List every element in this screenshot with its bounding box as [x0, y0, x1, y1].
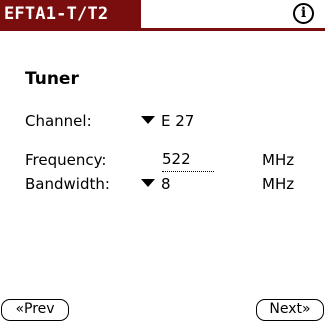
channel-label: Channel: [25, 112, 92, 130]
title-rule [0, 28, 325, 31]
bandwidth-popup-trigger[interactable]: 8 [141, 175, 171, 193]
next-button[interactable]: Next» [256, 299, 324, 321]
title-bar: EFTA1-T/T2 i [0, 0, 325, 31]
dropdown-arrow-icon [141, 179, 155, 187]
bandwidth-value: 8 [161, 175, 171, 193]
prev-button[interactable]: «Prev [1, 299, 69, 321]
channel-value: E 27 [161, 112, 195, 130]
dropdown-arrow-icon [141, 116, 155, 124]
info-icon[interactable]: i [293, 3, 314, 24]
channel-popup-trigger[interactable]: E 27 [141, 112, 194, 130]
frequency-label: Frequency: [25, 151, 107, 169]
frequency-unit: MHz [262, 151, 295, 169]
frequency-field[interactable]: 522 [162, 150, 214, 172]
bandwidth-unit: MHz [262, 175, 295, 193]
section-title: Tuner [25, 69, 79, 89]
app-title: EFTA1-T/T2 [0, 0, 141, 29]
bandwidth-label: Bandwidth: [25, 175, 110, 193]
